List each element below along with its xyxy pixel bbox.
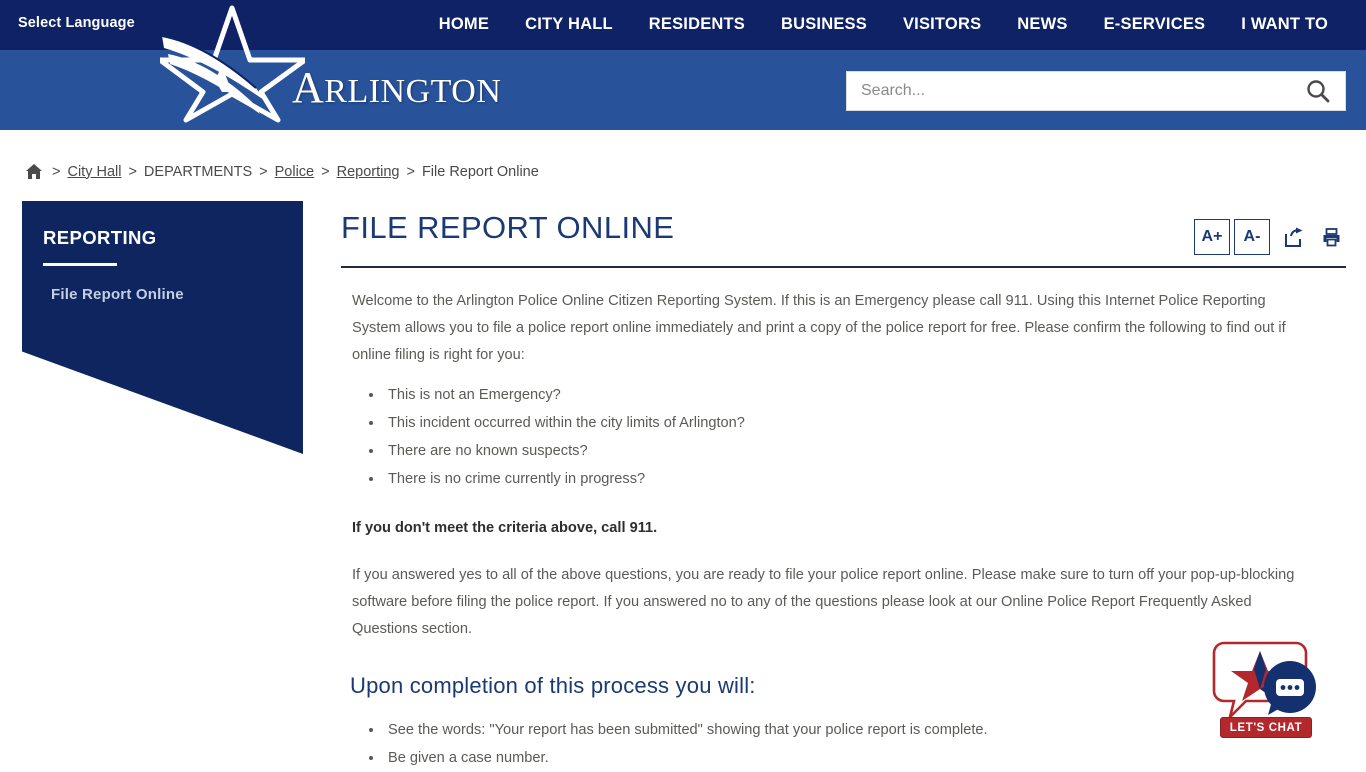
print-icon [1323, 227, 1339, 246]
page-title-row: FILE REPORT ONLINE A+ A- [341, 208, 1346, 264]
completion-list: See the words: "Your report has been sub… [352, 716, 1346, 772]
breadcrumb-separator: > [321, 163, 330, 180]
criteria-list: This is not an Emergency? This incident … [352, 381, 1346, 493]
font-decrease-button[interactable]: A- [1234, 219, 1270, 255]
list-item: There is no crime currently in progress? [384, 465, 1346, 493]
site-logo[interactable]: ARLINGTON [160, 0, 502, 126]
header-bottom-line [0, 126, 1366, 130]
breadcrumb: > City Hall > DEPARTMENTS > Police > Rep… [25, 163, 539, 180]
breadcrumb-item-departments: DEPARTMENTS [143, 163, 253, 180]
breadcrumb-separator: > [52, 163, 61, 180]
breadcrumb-item-police[interactable]: Police [275, 164, 315, 180]
site-header: Select Language HOME CITY HALL RESIDENTS… [0, 0, 1366, 130]
nav-item-residents[interactable]: RESIDENTS [631, 13, 763, 36]
nav-item-visitors[interactable]: VISITORS [885, 13, 999, 36]
breadcrumb-separator: > [128, 163, 137, 180]
nav-item-city-hall[interactable]: CITY HALL [507, 13, 631, 36]
list-item: There are no known suspects? [384, 437, 1346, 465]
breadcrumb-item-city-hall[interactable]: City Hall [67, 164, 121, 180]
title-divider [341, 266, 1346, 268]
chat-bubble-star-icon [1212, 641, 1316, 722]
chat-widget-label[interactable]: LET'S CHAT [1220, 717, 1312, 738]
list-item: This is not an Emergency? [384, 381, 1346, 409]
nav-item-i-want-to[interactable]: I WANT TO [1223, 13, 1346, 36]
page-title: FILE REPORT ONLINE [341, 210, 675, 245]
sidebar-item-file-report-online[interactable]: File Report Online [51, 286, 184, 303]
print-button[interactable] [1316, 220, 1346, 254]
sidebar: REPORTING File Report Online [22, 201, 303, 454]
home-icon[interactable] [25, 163, 43, 180]
breadcrumb-item-reporting[interactable]: Reporting [337, 164, 400, 180]
sidebar-title: REPORTING [43, 227, 157, 248]
breadcrumb-item-current: File Report Online [421, 163, 539, 180]
completion-heading: Upon completion of this process you will… [350, 673, 756, 698]
share-icon [1284, 227, 1302, 247]
select-language-button[interactable]: Select Language [18, 15, 135, 31]
nav-item-news[interactable]: NEWS [999, 13, 1085, 36]
arlington-star-logo-icon [160, 5, 305, 123]
nav-item-business[interactable]: BUSINESS [763, 13, 885, 36]
search-input[interactable] [847, 72, 1291, 110]
criteria-warning: If you don't meet the criteria above, ca… [352, 520, 658, 536]
sidebar-title-underline [43, 263, 117, 266]
list-item: See the words: "Your report has been sub… [384, 716, 1346, 744]
search-button[interactable] [1291, 72, 1345, 110]
search-box[interactable] [846, 71, 1346, 111]
breadcrumb-separator: > [259, 163, 268, 180]
logo-wordmark: ARLINGTON [292, 63, 502, 112]
intro-paragraph: Welcome to the Arlington Police Online C… [352, 293, 1286, 363]
search-icon [1307, 80, 1330, 103]
list-item: This incident occurred within the city l… [384, 409, 1346, 437]
main-content: FILE REPORT ONLINE A+ A- Welcome to the [341, 208, 1346, 772]
instructions-paragraph: If you answered yes to all of the above … [352, 567, 1295, 637]
nav-item-e-services[interactable]: E-SERVICES [1086, 13, 1224, 36]
chat-widget[interactable]: LET'S CHAT [1210, 639, 1322, 743]
page-actions: A+ A- [1194, 219, 1346, 255]
main-navigation: HOME CITY HALL RESIDENTS BUSINESS VISITO… [421, 13, 1346, 36]
share-button[interactable] [1278, 220, 1308, 254]
breadcrumb-separator: > [406, 163, 415, 180]
font-increase-button[interactable]: A+ [1194, 219, 1230, 255]
